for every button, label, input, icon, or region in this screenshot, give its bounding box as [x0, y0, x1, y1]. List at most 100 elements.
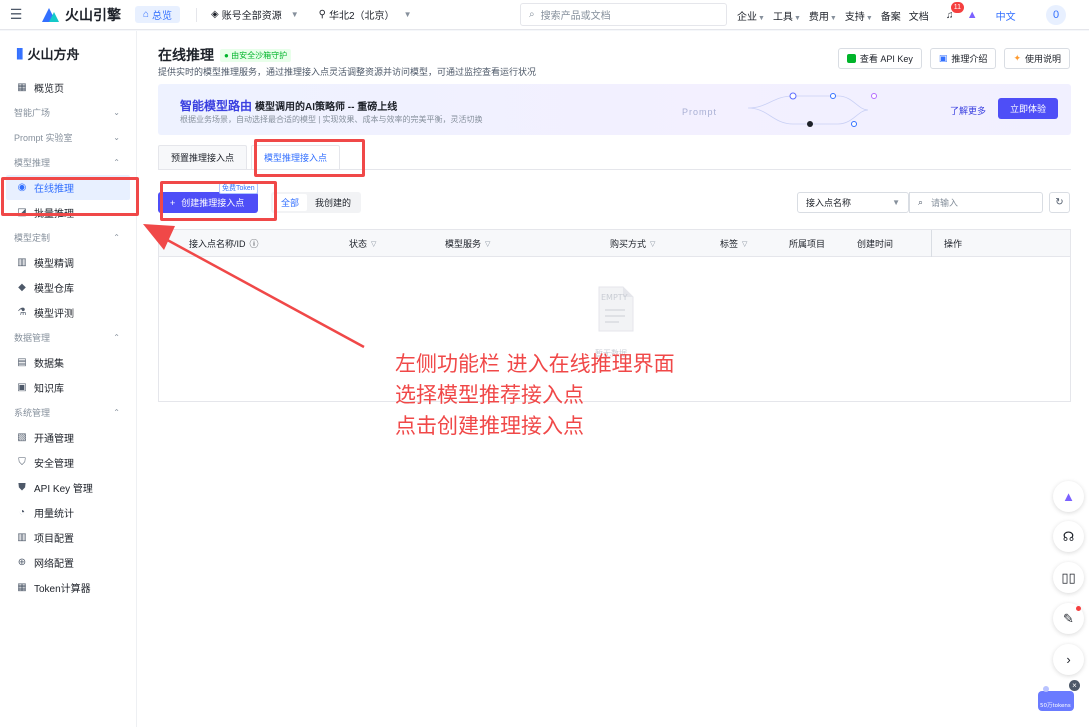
ai-assistant-icon[interactable]: ▲ [967, 9, 978, 21]
annotation-line-1: 左侧功能栏 进入在线推理界面 [395, 352, 675, 376]
sidebar-group[interactable]: 模型定制 ⌃ [0, 225, 136, 250]
learn-more-link[interactable]: 了解更多 [950, 104, 986, 117]
smart-routing-banner: 智能模型路由 模型调用的AI策略师 -- 重磅上线 根据业务场景，自动选择最合适的… [158, 84, 1071, 135]
routing-flow-illustration [748, 92, 877, 127]
top-menu-item[interactable]: 企业▼ [737, 8, 765, 23]
notification-count: 11 [950, 1, 965, 13]
sidebar-item[interactable]: ⛉ 安全管理 [0, 450, 136, 475]
sidebar-item[interactable]: ▤ 数据集 [0, 350, 136, 375]
inference-intro-button[interactable]: ▣ 推理介绍 [929, 48, 997, 69]
filter-icon[interactable]: ▽ [742, 240, 747, 248]
sidebar-item[interactable]: ▧ 开通管理 [0, 425, 136, 450]
sidebar-item[interactable]: ⊕ 网络配置 [0, 550, 136, 575]
docs-button[interactable]: ▯▯ [1053, 562, 1084, 593]
sidebar-item[interactable]: ▦ 概览页 [0, 75, 136, 100]
hamburger-menu-icon[interactable]: ☰ [2, 0, 30, 30]
column-purchase-type: 购买方式 ▽ [610, 230, 655, 257]
language-switch[interactable]: 中文 [996, 8, 1016, 23]
chevron-down-icon: ▼ [892, 198, 900, 207]
document-icon: ▣ [938, 53, 948, 63]
filter-icon[interactable]: ▽ [371, 240, 376, 248]
search-placeholder: 搜索产品或文档 [540, 11, 611, 22]
sidebar-item[interactable]: ▥ 模型精调 [0, 250, 136, 275]
feedback-icon: ✎ [1063, 610, 1074, 626]
banner-title: 智能模型路由 模型调用的AI策略师 -- 重磅上线 [180, 97, 397, 114]
model-repo-icon: ◆ [18, 282, 26, 293]
banner-title-suffix: 模型调用的AI策略师 -- 重磅上线 [255, 102, 398, 113]
sidebar-item[interactable]: ◔ 用量统计 [0, 500, 136, 525]
segment-all[interactable]: 全部 [273, 194, 308, 211]
column-status: 状态 ▽ [349, 230, 376, 257]
overview-icon: ▦ [17, 82, 27, 93]
column-label: 状态 [349, 239, 368, 249]
brand-logo[interactable]: 火山引擎 [42, 5, 121, 25]
top-menu-item[interactable]: 支持▼ [845, 8, 873, 23]
user-guide-button[interactable]: ✦ 使用说明 [1004, 48, 1070, 69]
view-api-key-button[interactable]: 查看 API Key [837, 48, 922, 69]
headset-icon: ☊ [1062, 528, 1075, 544]
sidebar-group-label: 模型推理 [14, 158, 51, 168]
top-menu-item[interactable]: 文档 [909, 8, 929, 23]
sidebar-group[interactable]: 模型推理 ⌃ [0, 150, 136, 175]
sidebar-group[interactable]: 数据管理 ⌃ [0, 325, 136, 350]
region-select[interactable]: ⚲ 华北2（北京） ▼ [319, 7, 412, 22]
chevron-up-icon: ⌃ [113, 333, 120, 342]
info-icon[interactable]: ⓘ [250, 237, 259, 250]
annotation-line-2: 选择模型推荐接入点 [395, 383, 584, 407]
page-title: 在线推理 ● 由安全沙箱守护 [158, 45, 292, 65]
chevron-right-icon: › [1066, 652, 1071, 667]
sidebar-item[interactable]: ▦ Token计算器 [0, 575, 136, 600]
sidebar-item[interactable]: ⚗ 模型评测 [0, 300, 136, 325]
sidebar-item-label: 知识库 [34, 384, 64, 395]
sidebar-item-label: 模型仓库 [34, 284, 74, 295]
secure-badge-text: 由安全沙箱守护 [231, 50, 288, 60]
search-icon: ⌕ [918, 197, 924, 207]
sidebar-item[interactable]: ▣ 知识库 [0, 375, 136, 400]
ai-assistant-button[interactable]: ▲ [1053, 481, 1084, 512]
expand-button[interactable]: › [1053, 644, 1084, 675]
user-avatar[interactable]: 0 [1046, 5, 1066, 25]
product-search-input[interactable]: ⌕ 搜索产品或文档 [520, 3, 727, 26]
sidebar-item[interactable]: ▥ 项目配置 [0, 525, 136, 550]
column-label: 所属项目 [789, 239, 826, 249]
sidebar-item[interactable]: ◆ 模型仓库 [0, 275, 136, 300]
segment-mine[interactable]: 我创建的 [307, 194, 359, 211]
sidebar-group[interactable]: 智能广场 ⌄ [0, 100, 136, 125]
feedback-button[interactable]: ✎ [1053, 603, 1084, 634]
refresh-button[interactable]: ↻ [1049, 192, 1070, 213]
column-created-time: 创建时间 [857, 230, 893, 257]
tab-preset-endpoints[interactable]: 预置推理接入点 [158, 145, 248, 169]
highlight-online-inference [1, 177, 139, 216]
chevron-down-icon: ⌄ [113, 108, 120, 117]
sidebar-group-label: 数据管理 [14, 333, 51, 343]
secure-sandbox-badge[interactable]: ● 由安全沙箱守护 [220, 48, 292, 62]
close-icon[interactable]: × [1069, 680, 1080, 691]
customer-service-button[interactable]: ☊ [1053, 521, 1084, 552]
notification-bell[interactable]: ♫ 11 [943, 1, 965, 21]
account-resource-select[interactable]: ◈ 账号全部资源 ▼ [211, 7, 299, 22]
overview-button[interactable]: ⌂ 总览 [135, 6, 181, 23]
sidebar-group[interactable]: Prompt 实验室 ⌄ [0, 125, 136, 150]
filter-field-label: 接入点名称 [806, 198, 852, 208]
column-label: 标签 [720, 239, 739, 249]
sidebar-item[interactable]: ⛊ API Key 管理 [0, 475, 136, 500]
filter-field-select[interactable]: 接入点名称 ▼ [797, 192, 909, 213]
top-menu-item[interactable]: 费用▼ [809, 8, 837, 23]
nav-divider [196, 7, 198, 22]
top-menu-item[interactable]: 备案 [881, 8, 901, 23]
sidebar-product-title[interactable]: |||| 火山方舟 [0, 31, 136, 75]
book-icon: ▯▯ [1061, 569, 1076, 585]
sidebar-group[interactable]: 系统管理 ⌃ [0, 400, 136, 425]
filter-icon[interactable]: ▽ [485, 240, 490, 248]
empty-state-icon: EMPTY [598, 286, 634, 332]
top-menu-label: 文档 [908, 11, 929, 23]
filter-placeholder: 请输入 [931, 198, 959, 208]
try-now-button[interactable]: 立即体验 [998, 98, 1058, 119]
usage-icon: ◔ [18, 507, 26, 518]
column-label: 操作 [944, 239, 963, 249]
filter-icon[interactable]: ▽ [650, 240, 655, 248]
filter-search-input[interactable]: ⌕ 请输入 [909, 192, 1043, 213]
sidebar-group-label: 智能广场 [14, 108, 51, 118]
header-buttons: 查看 API Key ▣ 推理介绍 ✦ 使用说明 [837, 48, 1070, 69]
top-menu-item[interactable]: 工具▼ [773, 8, 801, 23]
